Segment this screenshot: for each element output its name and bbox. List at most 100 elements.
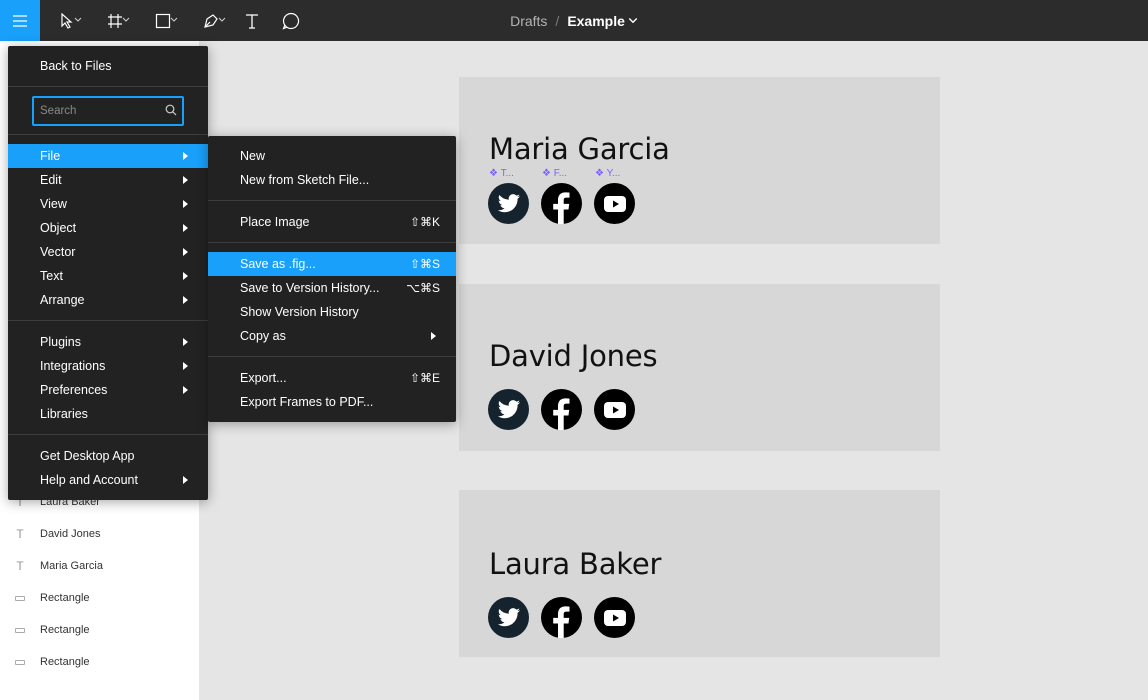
submenu-arrow-icon <box>431 332 436 340</box>
menu-item-label: Plugins <box>40 335 81 349</box>
submenu-arrow-icon <box>183 248 188 256</box>
menu-item-export[interactable]: Export... ⇧⌘E <box>208 366 456 390</box>
layer-row[interactable]: T Maria Garcia <box>0 550 200 582</box>
move-tool[interactable] <box>48 0 86 41</box>
main-menu-button[interactable] <box>0 0 40 41</box>
search-placeholder: Search <box>40 105 77 117</box>
card-frame[interactable]: Laura Baker <box>459 490 940 657</box>
menu-item-label: Help and Account <box>40 473 138 487</box>
component-label: ❖ T... <box>489 168 514 179</box>
menu-item-label: Get Desktop App <box>40 449 135 463</box>
menu-item-back-to-files[interactable]: Back to Files <box>8 54 208 78</box>
menu-divider <box>8 134 208 135</box>
menu-item-show-version-history[interactable]: Show Version History <box>208 300 456 324</box>
menu-item-preferences[interactable]: Preferences <box>8 378 208 402</box>
social-icons <box>488 183 635 224</box>
component-label: ❖ Y... <box>595 168 621 179</box>
menu-item-new-from-sketch[interactable]: New from Sketch File... <box>208 168 456 192</box>
menu-item-libraries[interactable]: Libraries <box>8 402 208 426</box>
menu-item-label: Object <box>40 221 77 235</box>
menu-item-object[interactable]: Object <box>8 216 208 240</box>
menu-item-label: Export... <box>240 371 287 385</box>
twitter-icon[interactable] <box>488 389 529 430</box>
layer-row[interactable]: Rectangle <box>0 614 200 646</box>
menu-item-label: Vector <box>40 245 76 259</box>
menu-search-input[interactable]: Search <box>32 96 184 126</box>
youtube-icon[interactable] <box>594 597 635 638</box>
submenu-arrow-icon <box>183 272 188 280</box>
layer-row[interactable]: T David Jones <box>0 518 200 550</box>
frame-tool[interactable] <box>96 0 134 41</box>
menu-item-vector[interactable]: Vector <box>8 240 208 264</box>
facebook-icon[interactable] <box>541 183 582 224</box>
menu-divider <box>208 200 456 201</box>
menu-item-label: View <box>40 197 67 211</box>
comment-tool[interactable] <box>276 0 306 41</box>
menu-item-label: Edit <box>40 173 62 187</box>
menu-item-label: Libraries <box>40 407 88 421</box>
submenu-arrow-icon <box>183 152 188 160</box>
menu-item-label: Arrange <box>40 293 85 307</box>
menu-item-label: Preferences <box>40 383 108 397</box>
menu-divider <box>8 86 208 87</box>
card-frame[interactable]: David Jones <box>459 284 940 451</box>
shortcut: ⇧⌘E <box>409 371 440 385</box>
submenu-arrow-icon <box>183 338 188 346</box>
submenu-arrow-icon <box>183 224 188 232</box>
comment-icon <box>282 12 300 30</box>
submenu-arrow-icon <box>183 200 188 208</box>
layer-name: Rectangle <box>40 656 90 668</box>
file-name[interactable]: Example <box>567 13 625 29</box>
layer-name: Rectangle <box>40 624 90 636</box>
menu-item-help-and-account[interactable]: Help and Account <box>8 468 208 492</box>
chevron-down-icon[interactable] <box>628 16 638 26</box>
facebook-icon[interactable] <box>541 597 582 638</box>
menu-item-integrations[interactable]: Integrations <box>8 354 208 378</box>
text-icon <box>246 13 258 29</box>
rectangle-layer-icon <box>0 627 40 633</box>
hamburger-icon <box>13 14 27 27</box>
submenu-arrow-icon <box>183 386 188 394</box>
menu-item-place-image[interactable]: Place Image ⇧⌘K <box>208 210 456 234</box>
text-tool[interactable] <box>238 0 266 41</box>
layer-row[interactable]: Rectangle <box>0 646 200 678</box>
component-label: ❖ F... <box>542 168 568 179</box>
shape-tool[interactable] <box>144 0 182 41</box>
breadcrumb-drafts[interactable]: Drafts <box>510 13 547 29</box>
menu-divider <box>8 320 208 321</box>
main-menu: Back to Files Search File Edit View Obje… <box>8 46 208 500</box>
chevron-down-icon <box>218 17 226 22</box>
layer-row[interactable]: Rectangle <box>0 582 200 614</box>
menu-item-text[interactable]: Text <box>8 264 208 288</box>
menu-item-save-to-version-history[interactable]: Save to Version History... ⌥⌘S <box>208 276 456 300</box>
menu-item-label: Text <box>40 269 63 283</box>
menu-item-arrange[interactable]: Arrange <box>8 288 208 312</box>
menu-item-label: Save to Version History... <box>240 281 380 295</box>
menu-item-label: Export Frames to PDF... <box>240 395 374 409</box>
menu-item-plugins[interactable]: Plugins <box>8 330 208 354</box>
rectangle-layer-icon <box>0 595 40 601</box>
menu-item-new[interactable]: New <box>208 144 456 168</box>
shortcut: ⇧⌘K <box>409 215 440 229</box>
menu-item-view[interactable]: View <box>8 192 208 216</box>
menu-item-copy-as[interactable]: Copy as <box>208 324 456 348</box>
menu-divider <box>208 242 456 243</box>
shortcut: ⌥⌘S <box>406 281 440 295</box>
menu-item-file[interactable]: File <box>8 144 208 168</box>
menu-item-export-frames-to-pdf[interactable]: Export Frames to PDF... <box>208 390 456 414</box>
menu-item-save-as-fig[interactable]: Save as .fig... ⇧⌘S <box>208 252 456 276</box>
card-name: Laura Baker <box>489 547 662 581</box>
menu-item-get-desktop-app[interactable]: Get Desktop App <box>8 444 208 468</box>
youtube-icon[interactable] <box>594 183 635 224</box>
submenu-arrow-icon <box>183 296 188 304</box>
youtube-icon[interactable] <box>594 389 635 430</box>
submenu-arrow-icon <box>183 176 188 184</box>
twitter-icon[interactable] <box>488 183 529 224</box>
pen-tool[interactable] <box>192 0 230 41</box>
menu-item-label: New from Sketch File... <box>240 173 370 187</box>
menu-item-edit[interactable]: Edit <box>8 168 208 192</box>
facebook-icon[interactable] <box>541 389 582 430</box>
twitter-icon[interactable] <box>488 597 529 638</box>
card-frame[interactable]: Maria Garcia ❖ T... ❖ F... ❖ Y... <box>459 77 940 244</box>
menu-item-label: Back to Files <box>40 59 112 73</box>
